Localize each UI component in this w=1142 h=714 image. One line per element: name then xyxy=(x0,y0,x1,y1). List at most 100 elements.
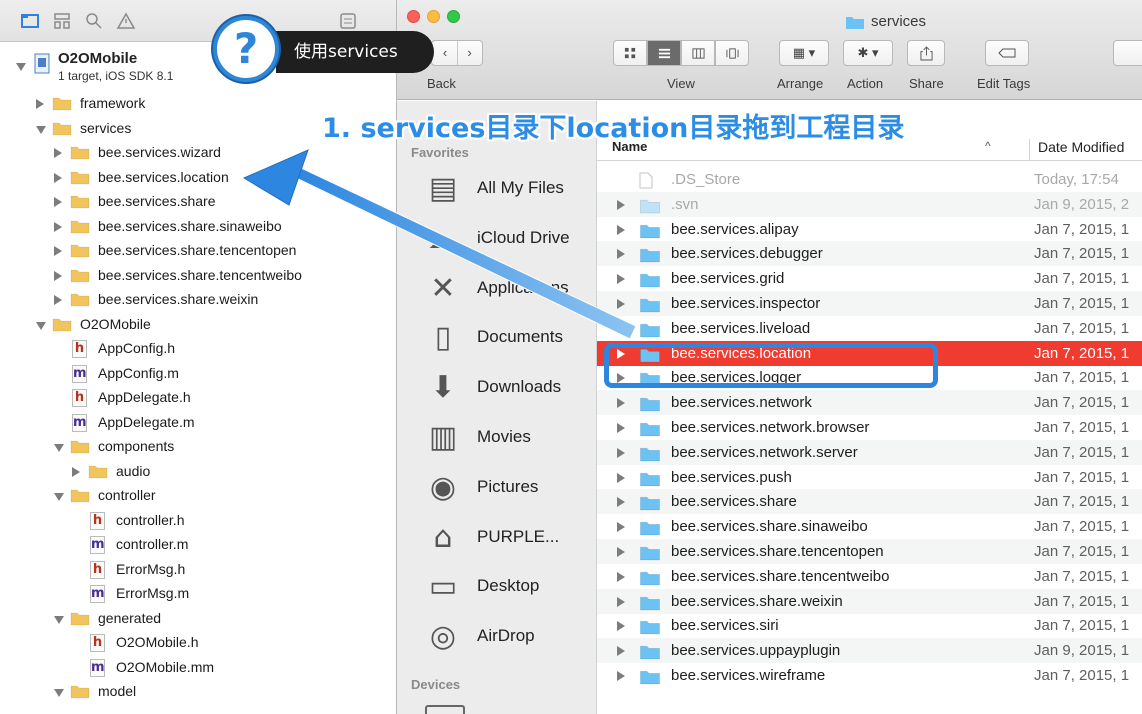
edit-tags-button[interactable] xyxy=(985,40,1029,66)
tree-row-folder[interactable]: bee.services.share xyxy=(0,190,396,214)
sidebar-item[interactable]: ⬇ Downloads xyxy=(397,362,597,412)
tree-row-folder[interactable]: bee.services.location xyxy=(0,166,396,190)
action-button[interactable]: ✱ ▾ xyxy=(843,40,893,66)
file-row[interactable]: bee.services.inspector Jan 7, 2015, 1 xyxy=(597,291,1142,316)
cover-flow-button[interactable] xyxy=(715,40,749,66)
disclosure-right-icon[interactable] xyxy=(617,199,625,210)
disclosure-down-icon[interactable] xyxy=(54,615,64,624)
disclosure-right-icon[interactable] xyxy=(617,547,625,557)
tree-row-m[interactable]: m AppDelegate.m xyxy=(0,411,396,435)
disclosure-down-icon[interactable] xyxy=(54,444,64,452)
date-modified-column-header[interactable]: Date Modified xyxy=(1029,139,1124,161)
sidebar-item[interactable]: ▭ Desktop xyxy=(397,561,597,611)
file-row[interactable]: bee.services.network.server Jan 7, 2015, … xyxy=(597,439,1142,465)
file-row[interactable]: bee.services.debugger Jan 7, 2015, 1 xyxy=(597,241,1142,267)
tree-row-m[interactable]: m controller.m xyxy=(0,533,396,557)
tree-row-folder[interactable]: O2OMobile xyxy=(0,313,396,337)
close-window-button[interactable] xyxy=(407,10,420,23)
disclosure-right-icon[interactable] xyxy=(617,621,625,632)
disclosure-right-icon[interactable] xyxy=(617,249,625,260)
file-row[interactable]: bee.services.grid Jan 7, 2015, 1 xyxy=(597,266,1142,291)
file-row[interactable]: bee.services.share Jan 7, 2015, 1 xyxy=(597,489,1142,515)
disclosure-right-icon[interactable] xyxy=(617,447,625,458)
disclosure-right-icon[interactable] xyxy=(54,270,62,281)
device-drive-icon[interactable] xyxy=(425,705,465,714)
file-row[interactable]: bee.services.uppayplugin Jan 9, 2015, 1 xyxy=(597,638,1142,664)
column-view-button[interactable] xyxy=(681,40,715,66)
symbol-navigator-icon[interactable] xyxy=(52,11,72,31)
disclosure-right-icon[interactable] xyxy=(617,596,625,607)
sidebar-item[interactable]: ▤ All My Files xyxy=(397,163,597,213)
disclosure-right-icon[interactable] xyxy=(54,295,62,305)
disclosure-down-icon[interactable] xyxy=(36,321,46,330)
tree-row-folder[interactable]: controller xyxy=(0,484,396,508)
disclosure-right-icon[interactable] xyxy=(617,423,625,433)
file-row[interactable]: bee.services.network Jan 7, 2015, 1 xyxy=(597,390,1142,416)
disclosure-right-icon[interactable] xyxy=(617,398,625,409)
disclosure-right-icon[interactable] xyxy=(617,646,625,657)
tree-row-h[interactable]: h controller.h xyxy=(0,509,396,533)
disclosure-down-icon[interactable] xyxy=(54,689,64,697)
file-row[interactable]: bee.services.share.sinaweibo Jan 7, 2015,… xyxy=(597,514,1142,539)
sidebar-item[interactable]: ☁ iCloud Drive xyxy=(397,213,597,263)
tree-row-h[interactable]: h AppConfig.h xyxy=(0,337,396,361)
file-row[interactable]: bee.services.push Jan 7, 2015, 1 xyxy=(597,465,1142,490)
tree-row-folder[interactable]: audio xyxy=(0,460,396,484)
disclosure-right-icon[interactable] xyxy=(72,466,80,477)
tree-row-folder[interactable]: bee.services.share.tencentweibo xyxy=(0,264,396,288)
disclosure-right-icon[interactable] xyxy=(617,299,625,309)
file-row[interactable]: .DS_Store Today, 17:54 xyxy=(597,167,1142,192)
tree-row-m[interactable]: m AppConfig.m xyxy=(0,362,396,386)
issue-navigator-icon[interactable] xyxy=(116,11,136,31)
project-navigator-icon[interactable] xyxy=(20,11,40,31)
sidebar-item[interactable]: ⌂ PURPLE... xyxy=(397,512,597,562)
disclosure-right-icon[interactable] xyxy=(617,497,625,508)
tree-row-m[interactable]: m ErrorMsg.m xyxy=(0,582,396,606)
tree-row-folder[interactable]: generated xyxy=(0,607,396,631)
minimize-window-button[interactable] xyxy=(427,10,440,23)
file-row[interactable]: bee.services.liveload Jan 7, 2015, 1 xyxy=(597,316,1142,341)
disclosure-right-icon[interactable] xyxy=(617,224,625,235)
disclosure-right-icon[interactable] xyxy=(54,148,62,158)
log-navigator-icon[interactable] xyxy=(338,11,358,31)
disclosure-right-icon[interactable] xyxy=(617,522,625,533)
zoom-window-button[interactable] xyxy=(447,10,460,23)
disclosure-right-icon[interactable] xyxy=(36,99,44,109)
sidebar-item[interactable]: ◉ Pictures xyxy=(397,462,597,512)
tree-row-folder[interactable]: bee.services.share.sinaweibo xyxy=(0,215,396,239)
find-navigator-icon[interactable] xyxy=(84,11,104,31)
arrange-button[interactable]: ▦ ▾ xyxy=(779,40,829,66)
tree-row-folder[interactable]: components xyxy=(0,435,396,459)
file-row[interactable]: bee.services.wireframe Jan 7, 2015, 1 xyxy=(597,663,1142,688)
disclosure-right-icon[interactable] xyxy=(54,197,62,207)
sidebar-item[interactable]: ◎ AirDrop xyxy=(397,611,597,661)
sidebar-item[interactable]: ✕ Applications xyxy=(397,263,597,313)
back-forward-buttons[interactable]: ‹ › xyxy=(431,40,483,66)
file-row[interactable]: bee.services.alipay Jan 7, 2015, 1 xyxy=(597,217,1142,242)
file-row[interactable]: .svn Jan 9, 2015, 2 xyxy=(597,191,1142,217)
share-button[interactable] xyxy=(907,40,945,66)
disclosure-right-icon[interactable] xyxy=(54,221,62,232)
file-row[interactable]: bee.services.siri Jan 7, 2015, 1 xyxy=(597,613,1142,638)
chevron-left-icon[interactable]: ‹ xyxy=(433,41,457,65)
list-view-button[interactable] xyxy=(647,40,681,66)
disclosure-right-icon[interactable] xyxy=(617,472,625,483)
tree-row-folder[interactable]: bee.services.share.tencentopen xyxy=(0,239,396,263)
tree-row-m[interactable]: m O2OMobile.mm xyxy=(0,656,396,680)
tree-row-h[interactable]: h AppDelegate.h xyxy=(0,386,396,410)
file-row[interactable]: bee.services.share.tencentopen Jan 7, 201… xyxy=(597,539,1142,564)
disclosure-right-icon[interactable] xyxy=(617,671,625,681)
icon-view-button[interactable] xyxy=(613,40,647,66)
tree-row-h[interactable]: h ErrorMsg.h xyxy=(0,558,396,582)
disclosure-right-icon[interactable] xyxy=(54,246,62,256)
disclosure-right-icon[interactable] xyxy=(617,323,625,334)
chevron-right-icon[interactable]: › xyxy=(457,41,481,65)
tree-row-h[interactable]: h O2OMobile.h xyxy=(0,631,396,655)
disclosure-down-icon[interactable] xyxy=(36,125,46,134)
disclosure-right-icon[interactable] xyxy=(54,172,62,183)
disclosure-right-icon[interactable] xyxy=(617,274,625,285)
disclosure-right-icon[interactable] xyxy=(617,571,625,582)
sidebar-item[interactable]: ▯ Documents xyxy=(397,312,597,362)
sidebar-item[interactable]: ▥ Movies xyxy=(397,412,597,462)
file-row[interactable]: bee.services.network.browser Jan 7, 2015,… xyxy=(597,415,1142,440)
